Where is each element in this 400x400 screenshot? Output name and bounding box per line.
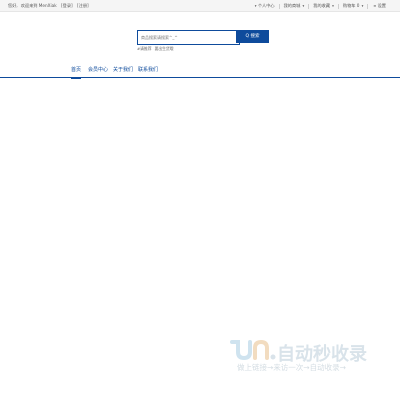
my-mall-menu[interactable]: 我的商城 ▾ (284, 0, 305, 12)
search-input[interactable] (137, 30, 240, 45)
hot-keywords: #请推荐 要出生货哦 (137, 46, 177, 52)
menu-icon: ≡ (373, 4, 377, 8)
search-button[interactable]: Q 搜索 (236, 30, 269, 43)
welcome-text: 欢迎来到 MenXiak (20, 3, 57, 8)
chevron-down-icon: ▾ (254, 4, 257, 8)
chevron-down-icon: ▾ (301, 4, 305, 8)
top-bar: 您好, 欢迎来到 MenXiak [登录] [注册] ▾ 个人中心 我的商城 ▾ 我的… (0, 0, 400, 12)
login-link[interactable]: [登录] (61, 3, 73, 8)
nav-divider (0, 77, 400, 78)
favorites-menu[interactable]: 我的收藏 ▾ (313, 0, 334, 12)
chevron-down-icon: ▾ (331, 4, 334, 8)
logo-mark-icon (230, 339, 276, 361)
nav-item-about-us[interactable]: 关于我们 (113, 64, 133, 77)
my-mall-label: 我的商城 (283, 3, 301, 8)
welcome-area: 您好, 欢迎来到 MenXiak [登录] [注册] (8, 0, 92, 11)
search-bar: Q 搜索 (137, 30, 269, 45)
nav-item-member-center[interactable]: 会员中心 (88, 64, 108, 77)
user-menu: ▾ 个人中心 我的商城 ▾ 我的收藏 ▾ 购物车 0 ▾ ≡ 设置 (250, 0, 386, 12)
user-center-label: 个人中心 (257, 3, 275, 8)
watermark-logo: 自动秒收录 做上链接→来访一次→自动收录→ (229, 338, 384, 378)
greeting-text: 您好, (8, 3, 18, 8)
chevron-down-icon: ▾ (360, 4, 364, 8)
settings-label: 设置 (377, 3, 386, 8)
user-center-menu[interactable]: ▾ 个人中心 (254, 0, 275, 12)
hot-keyword[interactable]: 要出生货哦 (155, 46, 174, 51)
watermark-slogan: 做上链接→来访一次→自动收录→ (237, 363, 346, 372)
settings-menu[interactable]: ≡ 设置 (372, 0, 386, 12)
nav-item-contact-us[interactable]: 联系我们 (138, 64, 158, 77)
hot-keyword[interactable]: #请推荐 (137, 46, 152, 51)
main-nav: 首页 会员中心 关于我们 联系我们 (0, 64, 400, 79)
register-link[interactable]: [注册] (77, 3, 89, 8)
favorites-label: 我的收藏 (313, 3, 331, 8)
cart-menu[interactable]: 购物车 0 ▾ (343, 0, 363, 12)
divider (367, 3, 369, 9)
cart-label: 购物车 0 (342, 3, 360, 8)
divider (337, 3, 339, 9)
divider (278, 3, 280, 9)
divider (308, 3, 310, 9)
